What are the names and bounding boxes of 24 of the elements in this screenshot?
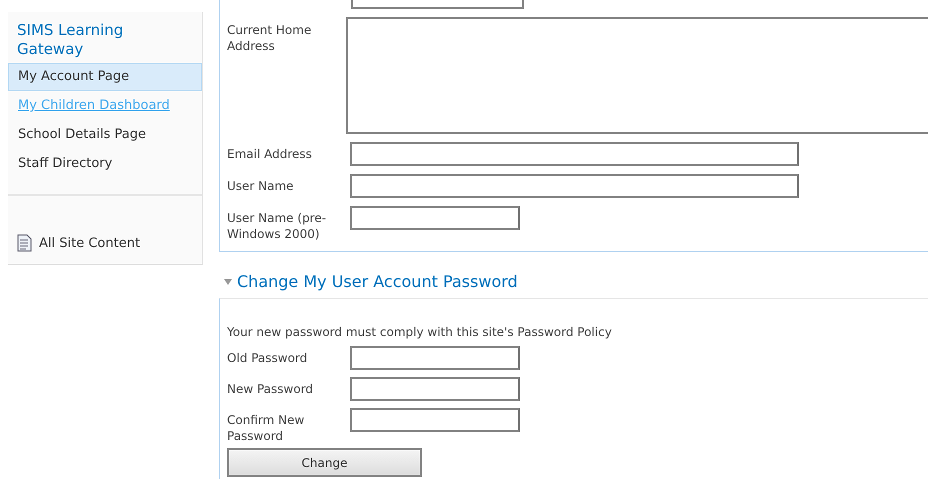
input-field[interactable] <box>350 377 520 401</box>
input-field[interactable] <box>350 174 799 198</box>
field-label: Current Home Address <box>227 22 312 54</box>
section-header[interactable]: Change My User Account Password <box>224 272 928 291</box>
input-field[interactable] <box>350 408 520 432</box>
field-label: New Password <box>227 381 314 397</box>
input-field[interactable] <box>350 142 799 166</box>
sidebar-item[interactable]: My Account Page <box>8 63 202 91</box>
policy-text: Your new password must comply with this site's Password Policy <box>227 325 613 339</box>
field-label: User Name <box>227 178 295 194</box>
field-label: Email Address <box>227 146 313 162</box>
field-label: Old Password <box>227 350 308 366</box>
field-label: User Name (pre-Windows 2000) <box>227 210 328 242</box>
all-site-content-link[interactable]: All Site Content <box>8 234 202 264</box>
address-textarea[interactable] <box>346 17 928 134</box>
input-field[interactable] <box>350 206 520 230</box>
field-label: Confirm New Password <box>227 412 306 444</box>
sidebar-item[interactable]: Staff Directory <box>8 150 202 178</box>
site-title: SIMS Learning Gateway <box>16 20 124 60</box>
input-field[interactable] <box>351 0 524 9</box>
sidebar-item[interactable]: School Details Page <box>8 121 202 149</box>
document-icon <box>17 234 33 252</box>
change-button[interactable]: Change <box>227 448 422 477</box>
input-field[interactable] <box>350 346 520 370</box>
